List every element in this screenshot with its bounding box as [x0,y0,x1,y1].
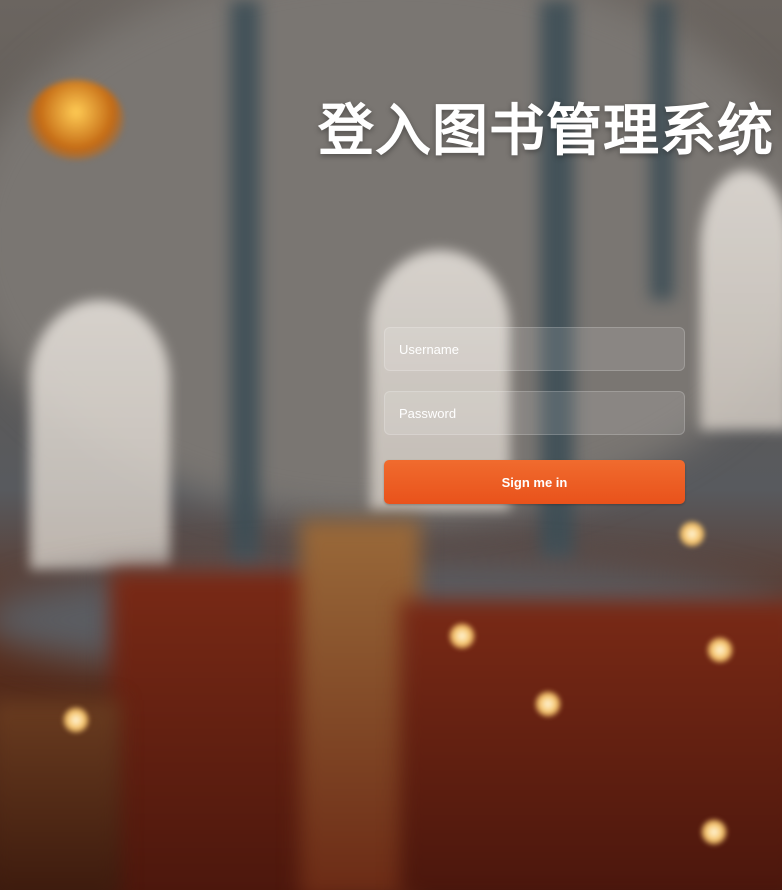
password-input[interactable] [384,391,685,435]
username-input[interactable] [384,327,685,371]
page-title: 登入图书管理系统 [318,99,774,164]
login-form: Sign me in [384,327,685,504]
sign-in-button[interactable]: Sign me in [384,460,685,504]
